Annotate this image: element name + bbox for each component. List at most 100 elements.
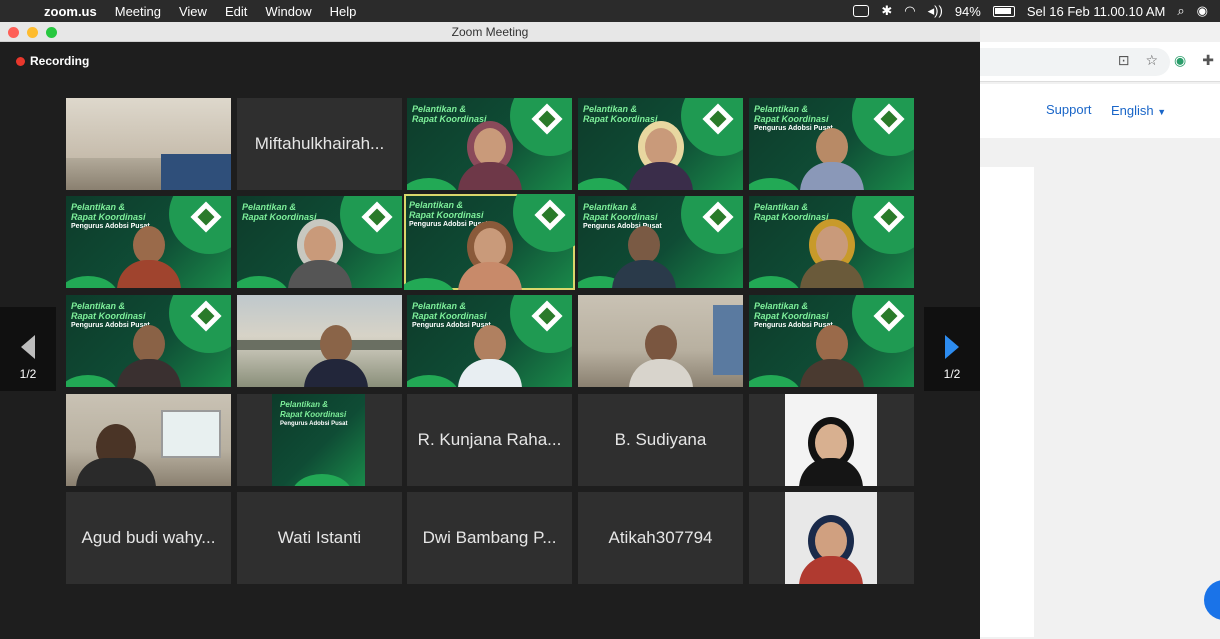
participant-tile[interactable]: B. Sudiyana <box>578 394 743 486</box>
translate-icon[interactable]: ⊡ <box>1118 52 1130 69</box>
slide-subtitle: Pengurus Adobsi Pusat <box>280 421 348 427</box>
slide-title-line1: Pelantikan & <box>71 301 126 311</box>
person-body <box>457 359 522 387</box>
participant-tile[interactable]: R. Kunjana Raha... <box>407 394 572 486</box>
person-body <box>304 359 368 387</box>
person-body <box>799 162 864 190</box>
participant-video <box>799 128 864 190</box>
participant-tile[interactable]: Wati Istanti <box>237 492 402 584</box>
page-indicator: 1/2 <box>943 367 961 381</box>
slide-title-line2: Rapat Koordinasi <box>71 212 146 222</box>
zoom-window-icon[interactable] <box>46 27 57 38</box>
language-selector[interactable]: English ▼ <box>1111 103 1166 118</box>
slide-title-line1: Pelantikan & <box>280 400 329 409</box>
active-speaker-tile[interactable]: Pelantikan & Rapat Koordinasi Pengurus Ad… <box>404 194 575 290</box>
participant-tile[interactable]: Miftahulkhairah... <box>237 98 402 190</box>
person-head <box>644 325 677 363</box>
participant-photo <box>799 522 863 584</box>
person-body <box>116 359 181 387</box>
control-center-icon[interactable]: ◉ <box>1197 3 1208 19</box>
video-tile[interactable]: Pelantikan & Rapat Koordinasi Pengurus Ad… <box>66 295 231 387</box>
slide-title: Pelantikan & Rapat Koordinasi <box>754 301 829 321</box>
participant-video <box>116 226 181 288</box>
person-head <box>815 424 847 462</box>
slide-title-line2: Rapat Koordinasi <box>583 212 658 222</box>
participant-video <box>799 226 864 288</box>
datetime[interactable]: Sel 16 Feb 11.00.10 AM <box>1027 4 1166 19</box>
close-window-icon[interactable] <box>8 27 19 38</box>
video-tile[interactable]: Pelantikan & Rapat Koordinasi Pengurus Ad… <box>407 295 572 387</box>
browser-toolbar: ⊡ ☆ ◉ ✚ <box>980 42 1220 82</box>
video-tile[interactable]: Pelantikan & Rapat Koordinasi Pengurus Ad… <box>749 98 914 190</box>
slide-title-line2: Rapat Koordinasi <box>754 114 829 124</box>
video-tile[interactable] <box>237 295 402 387</box>
video-tile[interactable]: Pelantikan & Rapat Koordinasi <box>237 196 402 288</box>
person-head <box>473 128 506 166</box>
video-tile[interactable] <box>66 98 231 190</box>
chevron-right-icon <box>945 335 959 359</box>
participant-video <box>628 325 693 387</box>
video-tile[interactable] <box>66 394 231 486</box>
slide-title-line1: Pelantikan & <box>583 104 638 114</box>
extension-icon[interactable]: ◉ <box>1174 52 1186 69</box>
recording-indicator[interactable]: Recording <box>16 54 89 68</box>
background-circle <box>407 375 459 387</box>
person-head <box>815 325 848 363</box>
macos-menubar: zoom.us Meeting View Edit Window Help ✱ … <box>0 0 1220 22</box>
participant-tile[interactable]: Pelantikan & Rapat Koordinasi Pengurus Ad… <box>237 394 402 486</box>
next-page-button[interactable]: 1/2 <box>924 307 980 391</box>
participant-tile[interactable]: Atikah307794 <box>578 492 743 584</box>
slide-title-line2: Rapat Koordinasi <box>412 311 487 321</box>
video-tile[interactable] <box>578 295 743 387</box>
participant-tile[interactable] <box>749 394 914 486</box>
window-titlebar: Zoom Meeting <box>0 22 980 42</box>
video-tile[interactable]: Pelantikan & Rapat Koordinasi Pengurus Ad… <box>749 295 914 387</box>
person-head <box>303 226 336 264</box>
participant-name: Agud budi wahy... <box>81 528 216 547</box>
slide-title-line1: Pelantikan & <box>409 200 464 210</box>
video-tile[interactable]: Pelantikan & Rapat Koordinasi Pengurus Ad… <box>66 196 231 288</box>
person-head <box>473 325 506 363</box>
minimize-window-icon[interactable] <box>27 27 38 38</box>
video-tile[interactable]: Pelantikan & Rapat Koordinasi Pengurus Ad… <box>578 196 743 288</box>
puzzle-extensions-icon[interactable]: ✚ <box>1202 52 1214 69</box>
participant-name: Dwi Bambang P... <box>422 528 557 547</box>
video-tile[interactable]: Pelantikan & Rapat Koordinasi <box>749 196 914 288</box>
participant-tile[interactable] <box>749 492 914 584</box>
video-tile[interactable]: Pelantikan & Rapat Koordinasi <box>578 98 743 190</box>
person-head <box>473 228 506 266</box>
zoom-status-icon[interactable] <box>853 5 870 17</box>
menu-app-name[interactable]: zoom.us <box>44 4 97 19</box>
slide-title-line2: Rapat Koordinasi <box>71 311 146 321</box>
menu-meeting[interactable]: Meeting <box>115 4 161 19</box>
browser-window-partial: ⊡ ☆ ◉ ✚ Support English ▼ <box>980 22 1220 639</box>
volume-icon[interactable]: ◂)) <box>928 3 943 19</box>
wifi-icon[interactable]: ◠ <box>904 3 915 19</box>
slide-title-line1: Pelantikan & <box>412 104 467 114</box>
person-body <box>457 262 522 290</box>
slide-title-line1: Pelantikan & <box>242 202 297 212</box>
menu-view[interactable]: View <box>179 4 207 19</box>
battery-icon[interactable] <box>992 5 1015 17</box>
participant-name: Atikah307794 <box>608 528 713 547</box>
page-body <box>980 139 1220 639</box>
participant-tile[interactable]: Dwi Bambang P... <box>407 492 572 584</box>
support-link[interactable]: Support <box>1046 102 1092 117</box>
menu-window[interactable]: Window <box>265 4 311 19</box>
person-body <box>799 359 864 387</box>
menu-edit[interactable]: Edit <box>225 4 247 19</box>
window-title: Zoom Meeting <box>451 25 529 39</box>
participant-tile[interactable]: Agud budi wahy... <box>66 492 231 584</box>
participant-name: Wati Istanti <box>277 528 362 547</box>
person-body <box>799 458 863 486</box>
video-tile[interactable]: Pelantikan & Rapat Koordinasi <box>407 98 572 190</box>
caret-down-icon: ▼ <box>1157 107 1167 117</box>
bookmark-star-icon[interactable]: ☆ <box>1145 52 1158 69</box>
person-body <box>457 162 522 190</box>
bluetooth-icon[interactable]: ✱ <box>881 3 892 19</box>
background-circle <box>237 276 289 288</box>
previous-page-button[interactable]: 1/2 <box>0 307 56 391</box>
ceiling-background <box>66 98 231 158</box>
menu-help[interactable]: Help <box>330 4 357 19</box>
spotlight-search-icon[interactable]: ⌕ <box>1177 3 1184 19</box>
